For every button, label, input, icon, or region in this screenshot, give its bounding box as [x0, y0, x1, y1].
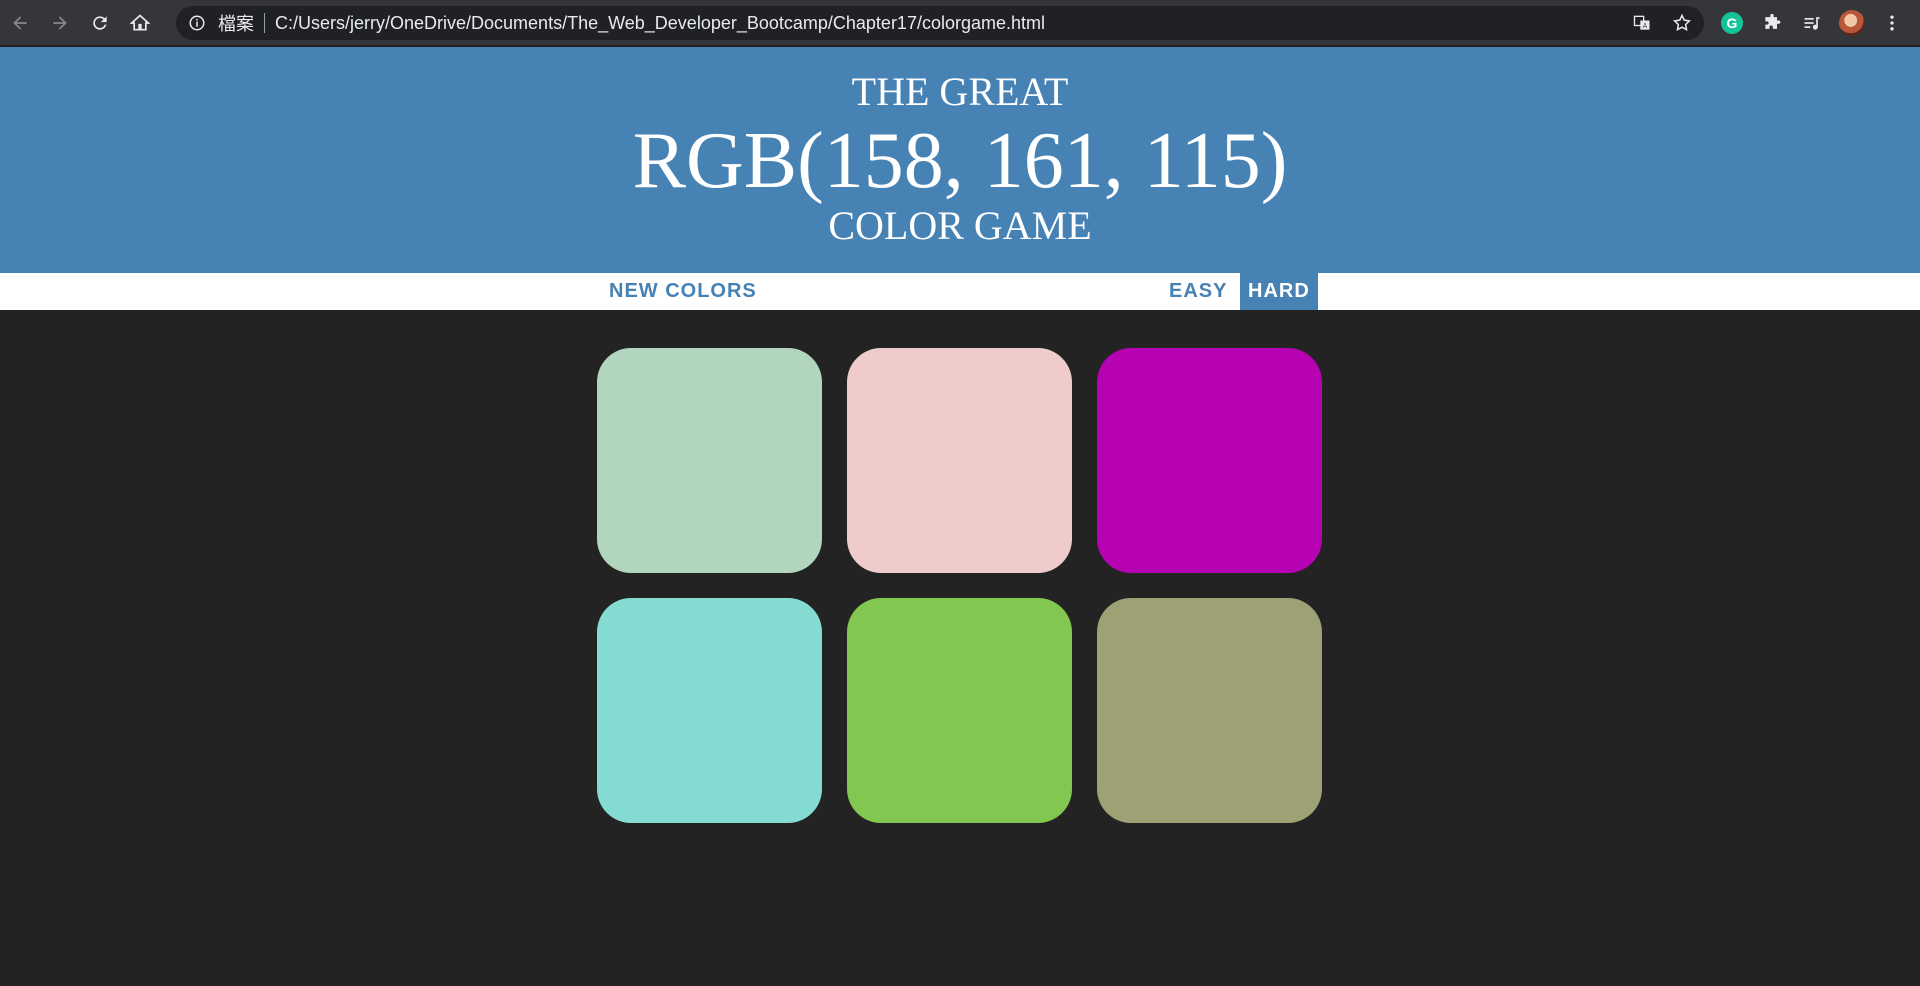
home-icon[interactable] — [120, 0, 160, 46]
color-square[interactable] — [847, 598, 1072, 823]
new-colors-button[interactable]: NEW COLORS — [601, 273, 765, 310]
control-stripe: NEW COLORS EASY HARD — [0, 273, 1920, 310]
forward-icon[interactable] — [40, 0, 80, 46]
easy-mode-button[interactable]: EASY — [1161, 273, 1235, 310]
translate-icon[interactable]: A — [1632, 13, 1652, 33]
game-header: THE GREAT RGB(158, 161, 115) COLOR GAME — [0, 47, 1920, 273]
url-text[interactable]: C:/Users/jerry/OneDrive/Documents/The_We… — [275, 13, 1045, 34]
file-scheme-label: 檔案 — [218, 14, 254, 34]
bookmark-star-icon[interactable] — [1672, 13, 1692, 33]
back-icon[interactable] — [0, 0, 40, 46]
page-content: THE GREAT RGB(158, 161, 115) COLOR GAME … — [0, 47, 1920, 986]
divider — [264, 13, 265, 33]
menu-dots-icon[interactable] — [1872, 0, 1912, 46]
color-square[interactable] — [597, 598, 822, 823]
target-rgb-display: RGB(158, 161, 115) — [632, 117, 1288, 205]
hard-mode-button[interactable]: HARD — [1240, 273, 1318, 310]
color-square[interactable] — [1097, 348, 1322, 573]
header-title-top: THE GREAT — [851, 69, 1069, 114]
reload-icon[interactable] — [80, 0, 120, 46]
color-square[interactable] — [1097, 598, 1322, 823]
browser-toolbar: 檔案 C:/Users/jerry/OneDrive/Documents/The… — [0, 0, 1920, 46]
status-message — [800, 273, 1100, 310]
color-square[interactable] — [847, 348, 1072, 573]
profile-avatar[interactable] — [1832, 0, 1872, 46]
address-bar[interactable]: 檔案 C:/Users/jerry/OneDrive/Documents/The… — [176, 6, 1704, 40]
svg-text:A: A — [1643, 22, 1648, 30]
header-title-bottom: COLOR GAME — [828, 203, 1092, 248]
media-queue-icon[interactable] — [1792, 0, 1832, 46]
color-square[interactable] — [597, 348, 822, 573]
extensions-puzzle-icon[interactable] — [1752, 0, 1792, 46]
site-info-icon[interactable] — [188, 14, 206, 32]
grammarly-extension-icon[interactable]: G — [1712, 0, 1752, 46]
omnibox-actions: A — [1632, 6, 1692, 40]
